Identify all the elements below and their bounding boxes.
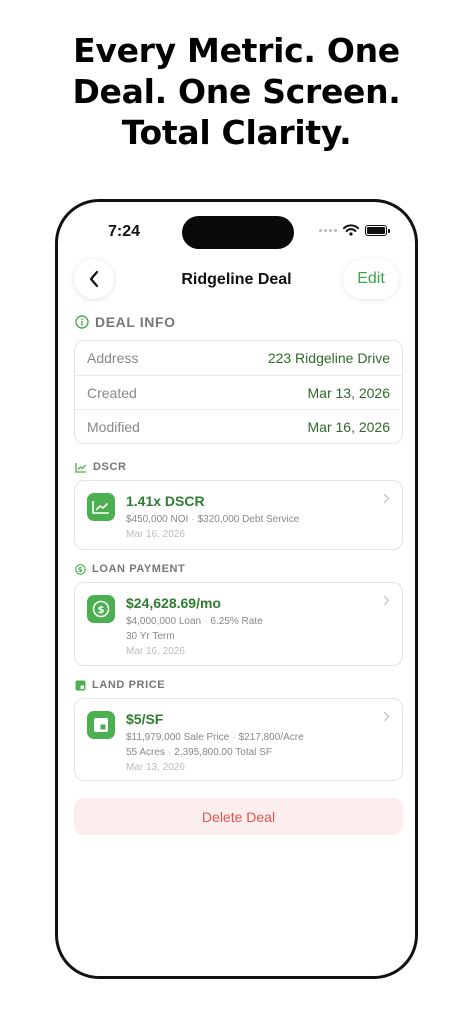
dscr-body: 1.41x DSCR $450,000 NOI · $320,000 Debt Se… xyxy=(126,492,390,540)
info-row-modified: Modified Mar 16, 2026 xyxy=(75,409,402,443)
info-label: Modified xyxy=(87,418,140,435)
dscr-header: DSCR xyxy=(75,461,127,473)
wifi-icon xyxy=(343,224,359,236)
signal-dots-icon xyxy=(319,228,337,232)
dscr-date: Mar 16, 2026 xyxy=(126,529,185,540)
marketing-headline: Every Metric. One Deal. One Screen. Tota… xyxy=(0,30,473,153)
land-size: 55 Acres · 2,395,800.00 Total SF xyxy=(126,747,272,758)
svg-text:$: $ xyxy=(98,605,105,616)
loan-title: $24,628.69/mo xyxy=(126,595,221,611)
chevron-right-icon xyxy=(383,711,390,722)
battery-icon xyxy=(365,224,390,236)
dscr-noi: $450,000 NOI xyxy=(126,514,189,525)
status-icons xyxy=(319,224,390,236)
loan-body: $24,628.69/mo $4,000,000 Loan · 6.25% Rate… xyxy=(126,594,390,657)
loan-date: Mar 16, 2026 xyxy=(126,646,185,657)
land-body: $5/SF $11,979,000 Sale Price · $217,800/Ac… xyxy=(126,710,390,773)
headline-line-2: Deal. One Screen. xyxy=(72,72,401,111)
land-square-icon xyxy=(75,680,86,690)
land-card[interactable]: $5/SF $11,979,000 Sale Price · $217,800/Ac… xyxy=(74,698,403,781)
dscr-title: 1.41x DSCR xyxy=(126,493,205,509)
status-time: 7:24 xyxy=(108,223,141,240)
info-value: Mar 13, 2026 xyxy=(307,384,391,401)
loan-subtitle: $4,000,000 Loan · 6.25% Rate xyxy=(126,616,263,627)
loan-term: 30 Yr Term xyxy=(126,631,175,642)
info-row-address: Address 223 Ridgeline Drive xyxy=(75,341,402,375)
edit-button[interactable]: Edit xyxy=(343,259,399,299)
land-total-sf: 2,395,800.00 Total SF xyxy=(174,747,272,758)
land-header: LAND PRICE xyxy=(75,679,165,691)
delete-deal-button[interactable]: Delete Deal xyxy=(74,798,403,835)
loan-header-label: LOAN PAYMENT xyxy=(92,563,186,575)
loan-card[interactable]: $ $24,628.69/mo $4,000,000 Loan · 6.25% Ra… xyxy=(74,582,403,666)
loan-rate: 6.25% Rate xyxy=(210,616,263,627)
chevron-right-icon xyxy=(383,493,390,504)
headline-line-1: Every Metric. One xyxy=(73,31,400,70)
deal-info-header: DEAL INFO xyxy=(75,314,176,330)
loan-amount: $4,000,000 Loan xyxy=(126,616,202,627)
land-title: $5/SF xyxy=(126,711,164,727)
info-circle-icon xyxy=(75,315,89,329)
land-subtitle: $11,979,000 Sale Price · $217,800/Acre xyxy=(126,732,304,743)
chevron-right-icon xyxy=(383,595,390,606)
dscr-debt-service: $320,000 Debt Service xyxy=(197,514,300,525)
land-sale-price: $11,979,000 Sale Price xyxy=(126,732,230,743)
land-date: Mar 13, 2026 xyxy=(126,762,185,773)
svg-text:$: $ xyxy=(78,566,83,574)
land-header-label: LAND PRICE xyxy=(92,679,166,691)
dollar-circle-icon: $ xyxy=(92,600,110,618)
land-price-per-acre: $217,800/Acre xyxy=(238,732,304,743)
dscr-subtitle: $450,000 NOI · $320,000 Debt Service xyxy=(126,514,300,525)
phone-frame: 7:24 Ridgeline Deal Edit DEAL INFO Addre… xyxy=(55,199,418,979)
deal-info-card: Address 223 Ridgeline Drive Created Mar … xyxy=(74,340,403,444)
info-label: Address xyxy=(87,350,139,366)
info-label: Created xyxy=(87,384,137,401)
info-row-created: Created Mar 13, 2026 xyxy=(75,375,402,409)
land-acres: 55 Acres xyxy=(126,747,165,758)
deal-info-header-label: DEAL INFO xyxy=(95,314,176,330)
trend-chart-icon xyxy=(92,501,109,514)
trend-chart-icon xyxy=(75,462,86,473)
loan-header: $ LOAN PAYMENT xyxy=(75,563,185,575)
dscr-header-label: DSCR xyxy=(93,461,127,473)
dscr-metric-icon xyxy=(87,493,115,521)
dscr-card[interactable]: 1.41x DSCR $450,000 NOI · $320,000 Debt Se… xyxy=(74,480,403,550)
dynamic-island xyxy=(182,216,294,249)
info-value: Mar 16, 2026 xyxy=(307,418,391,435)
info-value: 223 Ridgeline Drive xyxy=(267,350,390,366)
land-square-icon xyxy=(94,718,108,732)
loan-metric-icon: $ xyxy=(87,595,115,623)
headline-line-3: Total Clarity. xyxy=(121,113,352,152)
dollar-circle-icon: $ xyxy=(75,563,86,575)
land-metric-icon xyxy=(87,711,115,739)
